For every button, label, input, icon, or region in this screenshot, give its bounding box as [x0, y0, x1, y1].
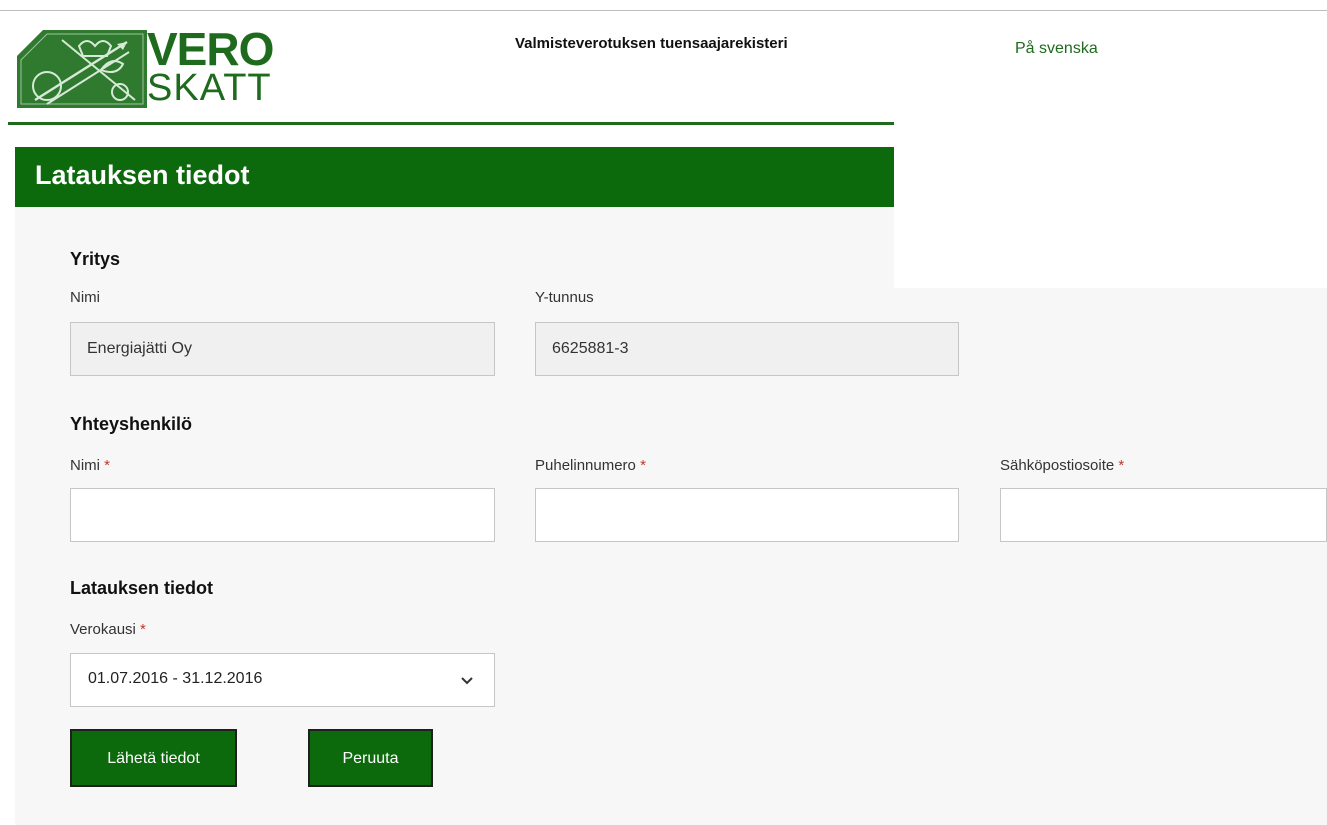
- contact-email-label-text: Sähköpostiosoite: [1000, 457, 1115, 474]
- app-title: Valmisteverotuksen tuensaajarekisteri: [515, 35, 788, 52]
- required-marker: *: [640, 457, 646, 474]
- vero-logo[interactable]: VERO SKATT: [17, 26, 274, 108]
- logo-text-vero: VERO: [147, 23, 274, 75]
- tax-period-label-text: Verokausi: [70, 621, 136, 638]
- tax-period-label: Verokausi *: [70, 621, 146, 638]
- load-info-heading: Latauksen tiedot: [70, 578, 214, 598]
- language-switch-link[interactable]: På svenska: [1015, 40, 1098, 58]
- contact-phone-input[interactable]: [535, 488, 959, 542]
- tax-period-selected-value: 01.07.2016 - 31.12.2016: [88, 670, 263, 687]
- business-id-label: Y-tunnus: [535, 289, 594, 306]
- contact-email-label: Sähköpostiosoite *: [1000, 457, 1124, 474]
- required-marker: *: [140, 621, 146, 638]
- cancel-button[interactable]: Peruuta: [308, 729, 433, 787]
- chevron-down-icon: [461, 677, 473, 685]
- business-id-field: 6625881-3: [535, 322, 959, 376]
- vero-emblem-icon: [17, 30, 147, 108]
- contact-name-label-text: Nimi: [70, 457, 100, 474]
- blank-overlay-panel: [894, 78, 1327, 288]
- required-marker: *: [104, 457, 111, 474]
- company-name-field: Energiajätti Oy: [70, 322, 495, 376]
- tax-period-select[interactable]: 01.07.2016 - 31.12.2016: [70, 653, 495, 707]
- contact-name-input[interactable]: [70, 488, 495, 542]
- submit-button[interactable]: Lähetä tiedot: [70, 729, 237, 787]
- company-name-label: Nimi: [70, 289, 100, 306]
- logo-text-skatt: SKATT: [147, 67, 272, 109]
- required-marker: *: [1118, 457, 1125, 474]
- contact-heading: Yhteyshenkilö: [70, 414, 193, 434]
- page-title: Latauksen tiedot: [35, 160, 250, 190]
- contact-phone-label-text: Puhelinnumero: [535, 457, 636, 474]
- company-heading: Yritys: [70, 249, 121, 269]
- contact-name-label: Nimi *: [70, 457, 110, 474]
- contact-email-input[interactable]: [1000, 488, 1327, 542]
- contact-phone-label: Puhelinnumero *: [535, 457, 646, 474]
